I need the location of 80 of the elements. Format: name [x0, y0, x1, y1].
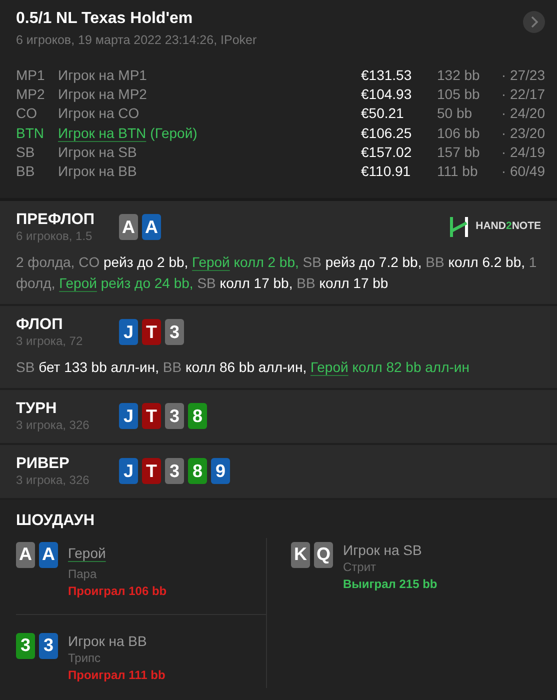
playing-card: K — [291, 542, 310, 568]
playing-card: 9 — [211, 458, 230, 484]
playing-card: 3 — [165, 458, 184, 484]
hand-rank: Стрит — [343, 558, 378, 576]
playing-card: T — [142, 319, 161, 346]
next-button[interactable] — [523, 11, 545, 33]
player-name: Игрок на MP1 — [58, 66, 147, 85]
street-info: 3 игрока, 326 — [16, 472, 90, 488]
street-info: 3 игрока, 326 — [16, 418, 90, 433]
player-link[interactable]: Игрок на BTN — [58, 124, 146, 143]
player-name: Игрок на SB — [58, 142, 137, 162]
stack-amount: €110.91 — [361, 162, 412, 182]
street-name: ТУРН — [16, 400, 58, 418]
playing-card: J — [119, 319, 138, 346]
player-stats: · 60/49 — [500, 162, 545, 182]
position-label: MP1 — [16, 66, 46, 85]
hero-link[interactable]: Герой — [310, 358, 348, 375]
hand-rank: Пара — [68, 566, 98, 583]
logo-icon — [450, 217, 468, 238]
player-name: Игрок на BB — [68, 632, 148, 650]
stack-amount: €50.21 — [361, 104, 405, 124]
stack-bb: 105 bb — [437, 85, 481, 104]
street-name: РИВЕР — [16, 454, 70, 473]
playing-card: 3 — [16, 632, 35, 659]
street-name: ФЛОП — [16, 316, 64, 334]
stack-amount: €104.93 — [361, 85, 413, 104]
player-stats: · 27/23 — [500, 66, 545, 85]
player-name: Игрок на CO — [58, 104, 140, 124]
hero-tag: (Герой) — [150, 124, 198, 143]
player-stats: · 22/17 — [500, 85, 545, 104]
stack-amount: €106.25 — [361, 124, 413, 143]
player-name: Игрок на SB — [343, 542, 423, 559]
action-line: 2 фолда, CO рейз до 2 bb, Герой колл 2 bb, SB рейз до 7.2 bb, BB колл 6.2 bb, 1 фолд, Герой рейз до 24 bb, SB колл 17 bb, BB колл 17 bb — [16, 252, 538, 293]
chevron-right-icon — [530, 16, 538, 28]
logo-text: HAND2NOTE — [476, 219, 541, 234]
stack-bb: 132 bb — [437, 66, 481, 85]
stack-amount: €157.02 — [361, 142, 413, 162]
street-info: 6 игроков, 1.5 — [16, 228, 94, 244]
playing-card: A — [39, 542, 58, 568]
stack-bb: 111 bb — [437, 162, 479, 182]
action-line: SB бет 133 bb алл-ин, BB колл 86 bb алл-ин, Герой колл 82 bb алл-ин — [16, 358, 470, 377]
result-text: Проиграл 106 bb — [68, 582, 167, 600]
playing-card: J — [119, 458, 138, 484]
hand-title: 0.5/1 NL Texas Hold'em — [16, 9, 194, 29]
playing-card: 3 — [39, 632, 58, 659]
player-stats: · 24/20 — [500, 104, 545, 124]
playing-card: A — [16, 542, 35, 568]
player-stats: · 23/20 — [500, 124, 545, 143]
position-label: MP2 — [16, 85, 46, 104]
position-label: SB — [16, 142, 36, 162]
stack-bb: 157 bb — [437, 142, 481, 162]
playing-card: A — [142, 214, 161, 240]
hand-rank: Трипс — [68, 650, 102, 667]
street-info: 3 игрока, 72 — [16, 334, 84, 349]
result-text: Проиграл 111 bb — [68, 666, 166, 684]
playing-card: A — [119, 214, 138, 240]
player-name: Игрок на MP2 — [58, 85, 147, 104]
playing-card: 3 — [165, 319, 184, 346]
playing-card: 8 — [188, 458, 207, 484]
stack-bb: 50 bb — [437, 104, 474, 124]
position-label: BB — [16, 162, 36, 182]
stack-bb: 106 bb — [437, 124, 481, 143]
street-name: ПРЕФЛОП — [16, 210, 96, 229]
playing-card: Q — [314, 542, 333, 568]
stack-amount: €131.53 — [361, 66, 413, 85]
showdown-title: ШОУДАУН — [16, 512, 96, 530]
playing-card: 8 — [188, 403, 207, 430]
playing-card: 3 — [165, 403, 184, 430]
position-label: BTN — [16, 124, 45, 143]
playing-card: T — [142, 403, 161, 430]
player-link[interactable]: Герой — [68, 544, 106, 562]
hand-subtitle: 6 игроков, 19 марта 2022 23:14:26, IPoker — [16, 32, 257, 49]
player-stats: · 24/19 — [500, 142, 545, 162]
player-name: Игрок на BB — [58, 162, 137, 182]
result-text: Выиграл 215 bb — [343, 576, 438, 593]
hero-link[interactable]: Герой — [192, 254, 230, 270]
hero-link[interactable]: Герой — [59, 274, 97, 291]
playing-card: T — [142, 458, 161, 484]
position-label: CO — [16, 104, 38, 124]
playing-card: J — [119, 403, 138, 430]
